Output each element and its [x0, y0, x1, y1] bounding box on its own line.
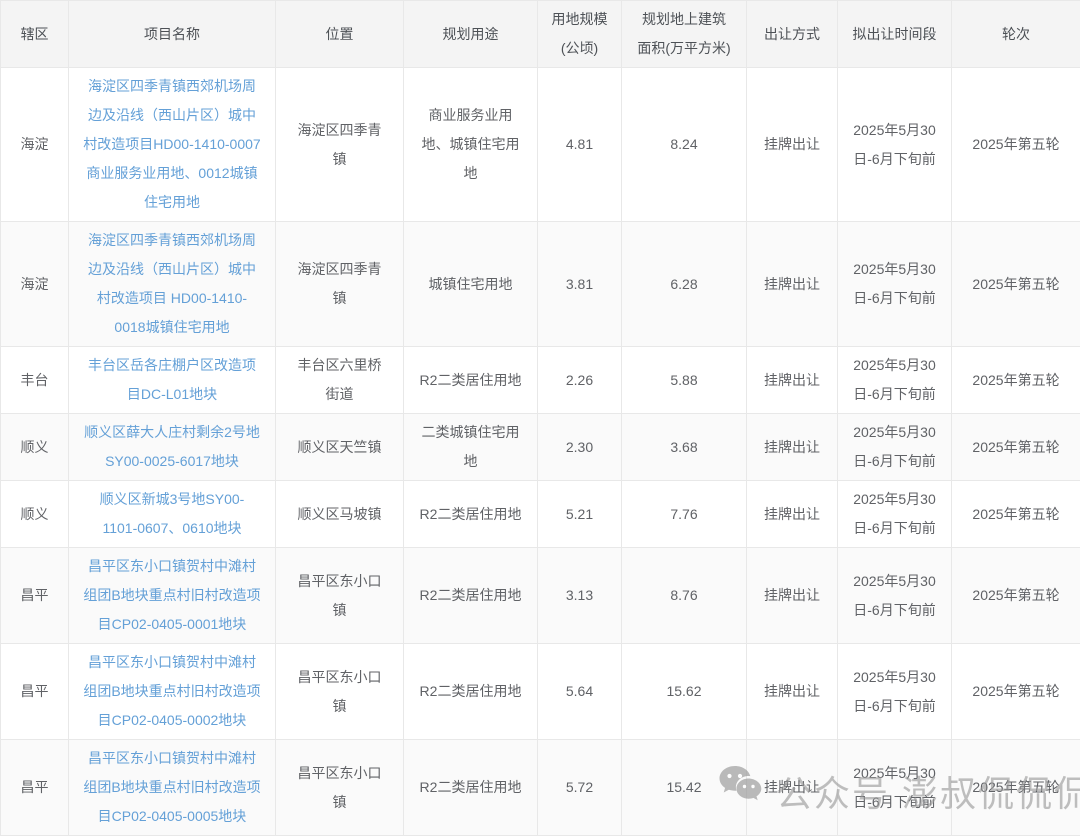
- cell-building-area: 15.62: [622, 644, 747, 740]
- table-row: 昌平昌平区东小口镇贺村中滩村组团B地块重点村旧村改造项目CP02-0405-00…: [1, 740, 1080, 836]
- column-header-method: 出让方式: [747, 1, 838, 68]
- cell-period: 2025年5月30日-6月下旬前: [838, 414, 952, 481]
- cell-location: 海淀区四季青镇: [276, 222, 404, 347]
- header-row: 辖区 项目名称 位置 规划用途 用地规模 (公顷) 规划地上建筑 面积(万平方米…: [1, 1, 1080, 68]
- cell-round: 2025年第五轮: [952, 548, 1080, 644]
- cell-method: 挂牌出让: [747, 414, 838, 481]
- cell-round: 2025年第五轮: [952, 481, 1080, 548]
- cell-location: 丰台区六里桥街道: [276, 347, 404, 414]
- cell-land-area: 3.13: [538, 548, 622, 644]
- cell-project[interactable]: 顺义区新城3号地SY00-1101-0607、0610地块: [69, 481, 276, 548]
- column-header-building-area: 规划地上建筑 面积(万平方米): [622, 1, 747, 68]
- cell-district: 昌平: [1, 548, 69, 644]
- cell-usage: 商业服务业用地、城镇住宅用地: [404, 68, 538, 222]
- cell-usage: 城镇住宅用地: [404, 222, 538, 347]
- cell-round: 2025年第五轮: [952, 414, 1080, 481]
- cell-project[interactable]: 昌平区东小口镇贺村中滩村组团B地块重点村旧村改造项目CP02-0405-0002…: [69, 644, 276, 740]
- cell-building-area: 7.76: [622, 481, 747, 548]
- table-header: 辖区 项目名称 位置 规划用途 用地规模 (公顷) 规划地上建筑 面积(万平方米…: [1, 1, 1080, 68]
- cell-usage: R2二类居住用地: [404, 548, 538, 644]
- cell-method: 挂牌出让: [747, 481, 838, 548]
- cell-land-area: 5.64: [538, 644, 622, 740]
- cell-building-area: 6.28: [622, 222, 747, 347]
- cell-land-area: 2.26: [538, 347, 622, 414]
- cell-round: 2025年第五轮: [952, 222, 1080, 347]
- cell-district: 昌平: [1, 644, 69, 740]
- cell-location: 昌平区东小口镇: [276, 740, 404, 836]
- cell-land-area: 5.21: [538, 481, 622, 548]
- cell-land-area: 3.81: [538, 222, 622, 347]
- table-row: 昌平昌平区东小口镇贺村中滩村组团B地块重点村旧村改造项目CP02-0405-00…: [1, 644, 1080, 740]
- cell-location: 昌平区东小口镇: [276, 548, 404, 644]
- cell-project[interactable]: 丰台区岳各庄棚户区改造项目DC-L01地块: [69, 347, 276, 414]
- cell-land-area: 5.72: [538, 740, 622, 836]
- table-row: 顺义顺义区新城3号地SY00-1101-0607、0610地块顺义区马坡镇R2二…: [1, 481, 1080, 548]
- column-header-location: 位置: [276, 1, 404, 68]
- column-header-land-area: 用地规模 (公顷): [538, 1, 622, 68]
- cell-method: 挂牌出让: [747, 222, 838, 347]
- cell-method: 挂牌出让: [747, 347, 838, 414]
- cell-location: 海淀区四季青镇: [276, 68, 404, 222]
- cell-building-area: 15.42: [622, 740, 747, 836]
- cell-period: 2025年5月30日-6月下旬前: [838, 347, 952, 414]
- cell-usage: 二类城镇住宅用地: [404, 414, 538, 481]
- cell-project[interactable]: 顺义区薛大人庄村剩余2号地SY00-0025-6017地块: [69, 414, 276, 481]
- column-header-district: 辖区: [1, 1, 69, 68]
- cell-round: 2025年第五轮: [952, 740, 1080, 836]
- cell-building-area: 8.24: [622, 68, 747, 222]
- column-header-round: 轮次: [952, 1, 1080, 68]
- cell-district: 顺义: [1, 414, 69, 481]
- table-row: 昌平昌平区东小口镇贺村中滩村组团B地块重点村旧村改造项目CP02-0405-00…: [1, 548, 1080, 644]
- cell-period: 2025年5月30日-6月下旬前: [838, 222, 952, 347]
- cell-district: 昌平: [1, 740, 69, 836]
- table-row: 顺义顺义区薛大人庄村剩余2号地SY00-0025-6017地块顺义区天竺镇二类城…: [1, 414, 1080, 481]
- cell-building-area: 3.68: [622, 414, 747, 481]
- cell-period: 2025年5月30日-6月下旬前: [838, 548, 952, 644]
- table-row: 海淀海淀区四季青镇西郊机场周边及沿线（西山片区）城中村改造项目 HD00-141…: [1, 222, 1080, 347]
- cell-district: 丰台: [1, 347, 69, 414]
- cell-building-area: 5.88: [622, 347, 747, 414]
- table-body: 海淀海淀区四季青镇西郊机场周边及沿线（西山片区）城中村改造项目HD00-1410…: [1, 68, 1080, 836]
- cell-method: 挂牌出让: [747, 548, 838, 644]
- cell-location: 昌平区东小口镇: [276, 644, 404, 740]
- cell-round: 2025年第五轮: [952, 347, 1080, 414]
- column-header-project: 项目名称: [69, 1, 276, 68]
- cell-project[interactable]: 昌平区东小口镇贺村中滩村组团B地块重点村旧村改造项目CP02-0405-0001…: [69, 548, 276, 644]
- cell-project[interactable]: 海淀区四季青镇西郊机场周边及沿线（西山片区）城中村改造项目HD00-1410-0…: [69, 68, 276, 222]
- cell-method: 挂牌出让: [747, 740, 838, 836]
- cell-period: 2025年5月30日-6月下旬前: [838, 68, 952, 222]
- cell-location: 顺义区天竺镇: [276, 414, 404, 481]
- land-parcel-table: 辖区 项目名称 位置 规划用途 用地规模 (公顷) 规划地上建筑 面积(万平方米…: [0, 0, 1080, 836]
- cell-land-area: 2.30: [538, 414, 622, 481]
- cell-usage: R2二类居住用地: [404, 481, 538, 548]
- cell-building-area: 8.76: [622, 548, 747, 644]
- cell-land-area: 4.81: [538, 68, 622, 222]
- cell-district: 海淀: [1, 222, 69, 347]
- cell-round: 2025年第五轮: [952, 68, 1080, 222]
- cell-usage: R2二类居住用地: [404, 644, 538, 740]
- cell-usage: R2二类居住用地: [404, 740, 538, 836]
- land-transfer-table-page: 辖区 项目名称 位置 规划用途 用地规模 (公顷) 规划地上建筑 面积(万平方米…: [0, 0, 1080, 838]
- cell-method: 挂牌出让: [747, 644, 838, 740]
- column-header-period: 拟出让时间段: [838, 1, 952, 68]
- cell-location: 顺义区马坡镇: [276, 481, 404, 548]
- cell-project[interactable]: 海淀区四季青镇西郊机场周边及沿线（西山片区）城中村改造项目 HD00-1410-…: [69, 222, 276, 347]
- cell-district: 海淀: [1, 68, 69, 222]
- cell-period: 2025年5月30日-6月下旬前: [838, 740, 952, 836]
- cell-method: 挂牌出让: [747, 68, 838, 222]
- cell-district: 顺义: [1, 481, 69, 548]
- table-row: 丰台丰台区岳各庄棚户区改造项目DC-L01地块丰台区六里桥街道R2二类居住用地2…: [1, 347, 1080, 414]
- cell-usage: R2二类居住用地: [404, 347, 538, 414]
- cell-period: 2025年5月30日-6月下旬前: [838, 481, 952, 548]
- cell-round: 2025年第五轮: [952, 644, 1080, 740]
- table-row: 海淀海淀区四季青镇西郊机场周边及沿线（西山片区）城中村改造项目HD00-1410…: [1, 68, 1080, 222]
- column-header-usage: 规划用途: [404, 1, 538, 68]
- cell-period: 2025年5月30日-6月下旬前: [838, 644, 952, 740]
- cell-project[interactable]: 昌平区东小口镇贺村中滩村组团B地块重点村旧村改造项目CP02-0405-0005…: [69, 740, 276, 836]
